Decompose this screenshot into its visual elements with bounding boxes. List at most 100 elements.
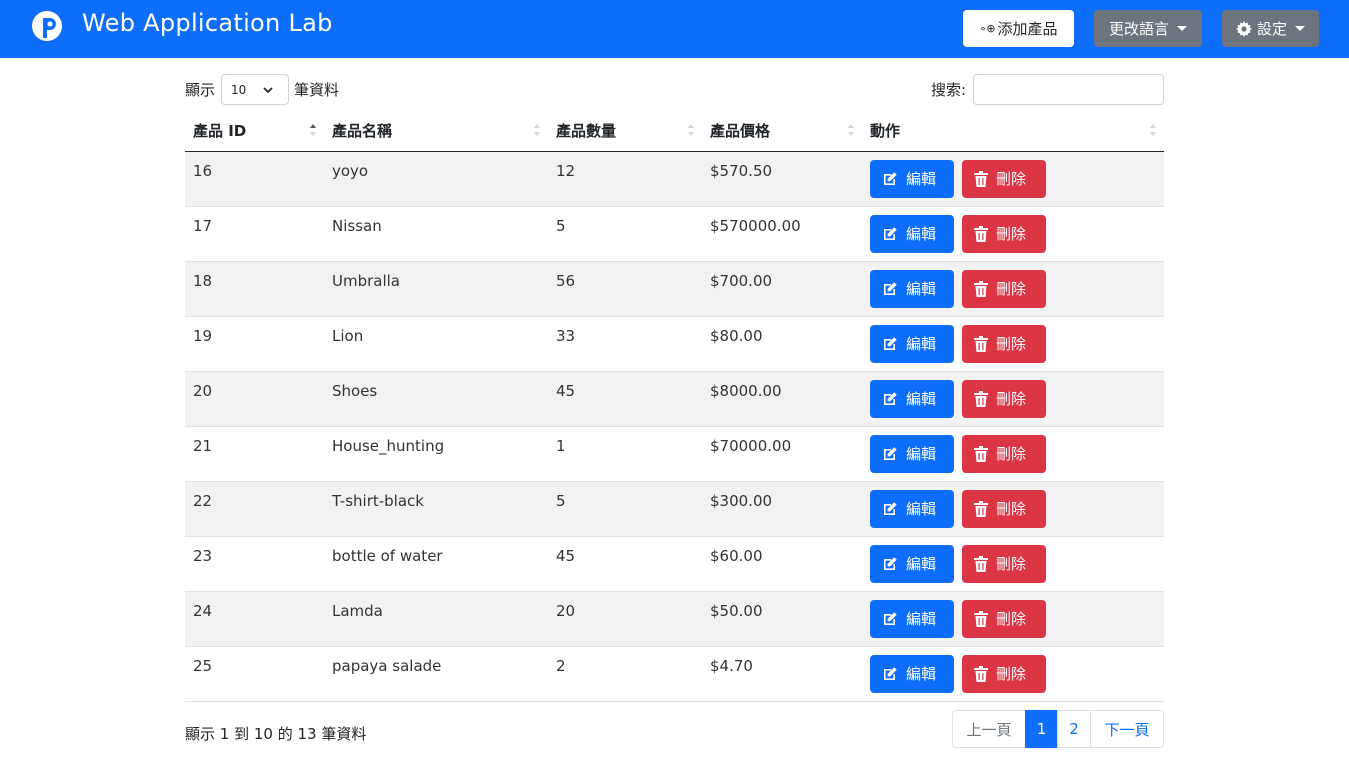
edit-button[interactable]: 編輯 <box>870 159 954 198</box>
delete-label: 刪除 <box>996 170 1027 188</box>
edit-label: 編輯 <box>906 280 937 298</box>
edit-label: 編輯 <box>906 665 937 683</box>
cell-quantity: 56 <box>548 261 702 317</box>
cell-actions: 編輯 刪除 <box>862 371 1164 427</box>
cell-actions: 編輯 刪除 <box>862 536 1164 592</box>
app-title[interactable]: Web Application Lab <box>82 8 333 38</box>
edit-button[interactable]: 編輯 <box>870 654 954 693</box>
edit-button[interactable]: 編輯 <box>870 599 954 638</box>
column-header-price[interactable]: 產品價格 <box>702 111 862 152</box>
delete-button[interactable]: 刪除 <box>962 599 1046 638</box>
add-icon: ∘⊕ <box>979 22 996 35</box>
delete-button[interactable]: 刪除 <box>962 654 1046 693</box>
column-header-actions[interactable]: 動作 <box>862 111 1164 152</box>
edit-button[interactable]: 編輯 <box>870 379 954 418</box>
cell-id: 21 <box>185 426 324 482</box>
cell-price: $570.50 <box>702 151 862 207</box>
settings-button[interactable]: 設定 <box>1222 10 1319 47</box>
cell-price: $8000.00 <box>702 371 862 427</box>
app-logo-icon[interactable] <box>31 10 63 42</box>
edit-icon <box>884 171 897 185</box>
cell-price: $700.00 <box>702 261 862 317</box>
table-row: 21 House_hunting 1 $70000.00 編輯 刪除 <box>185 426 1164 482</box>
edit-icon <box>884 336 897 350</box>
edit-icon <box>884 611 897 625</box>
cell-id: 17 <box>185 206 324 262</box>
cell-price: $50.00 <box>702 591 862 647</box>
edit-label: 編輯 <box>906 500 937 518</box>
edit-icon <box>884 281 897 295</box>
column-header-name[interactable]: 產品名稱 <box>324 111 548 152</box>
sort-icon <box>534 124 540 138</box>
edit-icon <box>884 666 897 680</box>
change-language-button[interactable]: 更改語言 <box>1094 10 1202 47</box>
page-button-1[interactable]: 1 <box>1025 710 1058 748</box>
next-page-button[interactable]: 下一頁 <box>1090 710 1164 748</box>
chevron-down-icon <box>1295 26 1305 31</box>
cell-price: $80.00 <box>702 316 862 372</box>
edit-label: 編輯 <box>906 335 937 353</box>
cell-actions: 編輯 刪除 <box>862 206 1164 262</box>
top-navbar: Web Application Lab ∘⊕ 添加產品 更改語言 設定 <box>0 0 1349 58</box>
page-length-select[interactable]: 10 <box>221 74 289 105</box>
cell-price: $70000.00 <box>702 426 862 482</box>
pagination: 上一頁 1 2 下一頁 <box>952 710 1164 748</box>
delete-button[interactable]: 刪除 <box>962 159 1046 198</box>
entries-label: 筆資料 <box>294 81 340 99</box>
table-row: 24 Lamda 20 $50.00 編輯 刪除 <box>185 591 1164 647</box>
page-button-2[interactable]: 2 <box>1057 710 1091 748</box>
delete-button[interactable]: 刪除 <box>962 214 1046 253</box>
edit-button[interactable]: 編輯 <box>870 434 954 473</box>
edit-button[interactable]: 編輯 <box>870 269 954 308</box>
show-label: 顯示 <box>185 81 216 99</box>
cell-quantity: 5 <box>548 481 702 537</box>
gear-icon <box>1235 20 1252 37</box>
chevron-down-icon <box>1177 26 1187 31</box>
cell-id: 20 <box>185 371 324 427</box>
edit-icon <box>884 556 897 570</box>
delete-label: 刪除 <box>996 390 1027 408</box>
edit-icon <box>884 501 897 515</box>
cell-name: House_hunting <box>324 426 548 482</box>
cell-name: Lion <box>324 316 548 372</box>
sort-icon <box>688 124 694 138</box>
products-table: 產品 ID 產品名稱 產品數量 產品價格 動作 16 yoyo 12 $570.50 編… <box>185 111 1164 702</box>
table-row: 22 T-shirt-black 5 $300.00 編輯 刪除 <box>185 481 1164 537</box>
page-length-value: 10 <box>231 82 247 97</box>
table-row: 18 Umbralla 56 $700.00 編輯 刪除 <box>185 261 1164 317</box>
cell-price: $4.70 <box>702 646 862 702</box>
cell-id: 19 <box>185 316 324 372</box>
trash-icon <box>974 665 988 682</box>
cell-quantity: 5 <box>548 206 702 262</box>
trash-icon <box>974 335 988 352</box>
add-product-button[interactable]: ∘⊕ 添加產品 <box>963 10 1074 47</box>
chevron-down-icon <box>263 87 273 94</box>
delete-button[interactable]: 刪除 <box>962 434 1046 473</box>
trash-icon <box>974 555 988 572</box>
edit-button[interactable]: 編輯 <box>870 324 954 363</box>
delete-label: 刪除 <box>996 555 1027 573</box>
delete-button[interactable]: 刪除 <box>962 324 1046 363</box>
table-row: 20 Shoes 45 $8000.00 編輯 刪除 <box>185 371 1164 427</box>
edit-label: 編輯 <box>906 170 937 188</box>
table-row: 25 papaya salade 2 $4.70 編輯 刪除 <box>185 646 1164 702</box>
edit-button[interactable]: 編輯 <box>870 489 954 528</box>
edit-icon <box>884 391 897 405</box>
delete-button[interactable]: 刪除 <box>962 544 1046 583</box>
edit-button[interactable]: 編輯 <box>870 544 954 583</box>
column-header-id[interactable]: 產品 ID <box>185 111 324 152</box>
delete-button[interactable]: 刪除 <box>962 269 1046 308</box>
delete-button[interactable]: 刪除 <box>962 489 1046 528</box>
previous-page-button[interactable]: 上一頁 <box>952 710 1026 748</box>
edit-button[interactable]: 編輯 <box>870 214 954 253</box>
table-info: 顯示 1 到 10 的 13 筆資料 <box>185 725 367 743</box>
cell-name: bottle of water <box>324 536 548 592</box>
table-row: 16 yoyo 12 $570.50 編輯 刪除 <box>185 151 1164 207</box>
column-header-quantity[interactable]: 產品數量 <box>548 111 702 152</box>
search-input[interactable] <box>973 74 1164 105</box>
cell-quantity: 1 <box>548 426 702 482</box>
edit-label: 編輯 <box>906 610 937 628</box>
cell-actions: 編輯 刪除 <box>862 591 1164 647</box>
delete-button[interactable]: 刪除 <box>962 379 1046 418</box>
cell-actions: 編輯 刪除 <box>862 646 1164 702</box>
